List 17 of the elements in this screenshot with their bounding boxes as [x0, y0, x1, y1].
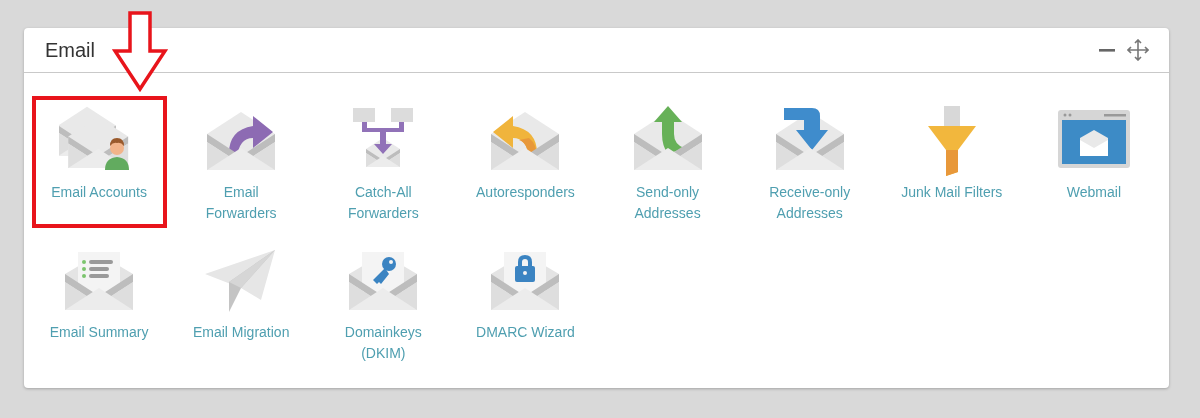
tool-link[interactable]: DMARC Wizard [457, 236, 593, 368]
tool-link[interactable]: Catch-All Forwarders [315, 96, 451, 228]
panel-title: Email [45, 38, 95, 62]
tool-link[interactable]: Send-only Addresses [600, 96, 736, 228]
move-icon [1127, 39, 1149, 61]
move-button[interactable] [1127, 39, 1149, 61]
tool-link[interactable]: Domainkeys (DKIM) [315, 236, 451, 368]
minimize-button[interactable] [1099, 48, 1115, 52]
minus-icon [1099, 48, 1115, 52]
tool-link[interactable]: Email Forwarders [173, 96, 309, 228]
tool-link[interactable]: Receive-only Addresses [742, 96, 878, 228]
tool-link[interactable]: Email Summary [31, 236, 167, 368]
tool-link[interactable]: Webmail [1026, 96, 1162, 228]
tool-link[interactable]: Junk Mail Filters [884, 96, 1020, 228]
tool-link[interactable]: Email Migration [173, 236, 309, 368]
tool-link[interactable]: Autoresponders [457, 96, 593, 228]
tool-link[interactable]: Email Accounts [31, 96, 167, 228]
